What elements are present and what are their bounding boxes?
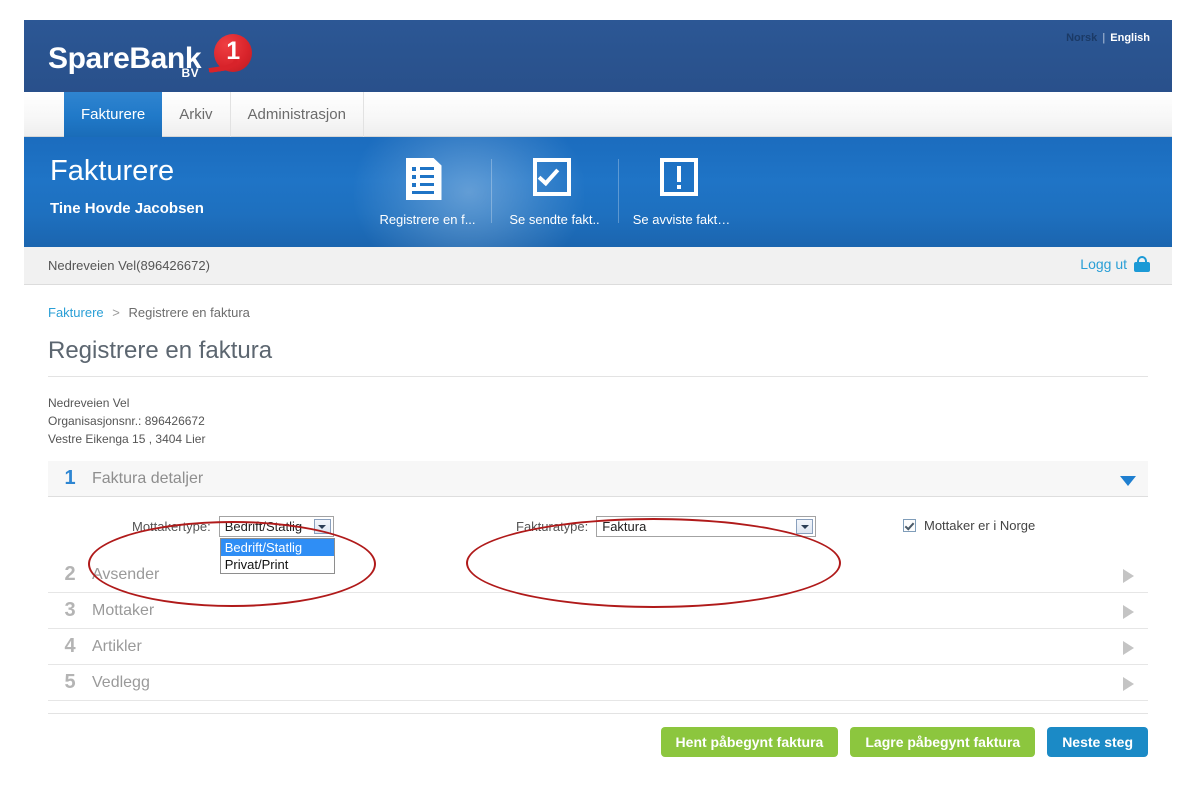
logo[interactable]: SpareBank BV 1 — [48, 34, 253, 81]
mottakertype-select[interactable]: Bedrift/Statlig Bedrift/Statlig Privat/P… — [218, 516, 335, 574]
breadcrumb-current: Registrere en faktura — [128, 305, 250, 320]
action-label: Se sendte fakt.. — [509, 212, 600, 227]
logout-button[interactable]: Logg ut — [1080, 256, 1150, 272]
company-info: Nedreveien Vel Organisasjonsnr.: 8964266… — [48, 394, 1172, 448]
exclamation-box-icon — [659, 158, 704, 202]
step-row-mottaker[interactable]: 3 Mottaker — [48, 593, 1148, 629]
mottaker-norge-field: Mottaker er i Norge — [903, 518, 1035, 533]
tab-label: Fakturere — [81, 106, 146, 123]
chevron-right-icon[interactable] — [1123, 677, 1134, 691]
main-nav: Fakturere Arkiv Administrasjon — [24, 92, 1172, 137]
language-switcher: Norsk | English — [1066, 32, 1150, 44]
language-english[interactable]: English — [1110, 32, 1150, 44]
breadcrumb: Fakturere > Registrere en faktura — [24, 285, 1172, 320]
section-header: Fakturere Tine Hovde Jacobsen Registrere… — [24, 137, 1172, 247]
invoice-steps: 1 Faktura detaljer Mottakertype: Bedrift… — [48, 461, 1148, 701]
user-name: Tine Hovde Jacobsen — [50, 200, 204, 217]
checkbox-check-icon — [532, 158, 577, 202]
logo-wordmark: SpareBank BV — [48, 42, 202, 81]
logo-number: 1 — [226, 37, 241, 65]
chevron-right-icon[interactable] — [1123, 569, 1134, 583]
fakturatype-value: Faktura — [602, 519, 647, 534]
document-lines-icon — [405, 158, 450, 202]
org-bar: Nedreveien Vel(896426672) Logg ut — [24, 247, 1172, 285]
tab-label: Arkiv — [179, 106, 213, 123]
mottakertype-value: Bedrift/Statlig — [224, 519, 303, 534]
tab-arkiv[interactable]: Arkiv — [162, 92, 231, 137]
language-separator: | — [1102, 32, 1106, 44]
step-label: Avsender — [92, 565, 160, 583]
breadcrumb-separator: > — [112, 305, 120, 320]
action-label: Se avviste fakt… — [632, 212, 731, 227]
step-row-avsender[interactable]: 2 Avsender — [48, 557, 1148, 593]
main-content: Fakturere > Registrere en faktura Regist… — [24, 285, 1172, 757]
step-row-vedlegg[interactable]: 5 Vedlegg — [48, 665, 1148, 701]
mottakertype-option-list[interactable]: Bedrift/Statlig Privat/Print — [219, 538, 335, 574]
company-name: Nedreveien Vel — [48, 396, 130, 410]
step-number: 2 — [64, 563, 76, 585]
action-registrere-faktura[interactable]: Registrere en f... — [364, 145, 491, 237]
fakturatype-label: Fakturatype: — [516, 519, 589, 534]
form-actions: Hent påbegynt faktura Lagre påbegynt fak… — [48, 713, 1148, 757]
action-label: Registrere en f... — [379, 212, 476, 227]
sparebank1-mark-icon: 1 — [207, 34, 253, 74]
step-number: 3 — [64, 599, 76, 621]
step-label: Artikler — [92, 637, 142, 655]
step-row-artikler[interactable]: 4 Artikler — [48, 629, 1148, 665]
mottaker-norge-checkbox[interactable] — [903, 519, 916, 532]
org-name: Nedreveien Vel(896426672) — [48, 258, 210, 273]
step-row-faktura-detaljer[interactable]: 1 Faktura detaljer — [48, 461, 1148, 497]
header-actions: Registrere en f... Se sendte fakt.. Se a… — [364, 145, 745, 241]
step-number: 4 — [64, 635, 76, 657]
chevron-right-icon[interactable] — [1123, 641, 1134, 655]
company-orgnr: Organisasjonsnr.: 896426672 — [48, 414, 205, 428]
mottakertype-option[interactable]: Privat/Print — [221, 556, 334, 573]
tab-administrasjon[interactable]: Administrasjon — [231, 92, 364, 137]
chevron-down-icon[interactable] — [1120, 476, 1136, 486]
fakturatype-select[interactable]: Faktura — [596, 516, 817, 537]
page-title: Registrere en faktura — [48, 337, 273, 364]
section-title: Fakturere — [50, 155, 175, 187]
logo-sub: BV — [181, 66, 200, 80]
action-se-sendte-fakturaer[interactable]: Se sendte fakt.. — [491, 145, 618, 237]
lagre-pabegynt-faktura-button[interactable]: Lagre påbegynt faktura — [850, 727, 1036, 757]
action-se-avviste-fakturaer[interactable]: Se avviste fakt… — [618, 145, 745, 237]
breadcrumb-link-fakturere[interactable]: Fakturere — [48, 305, 104, 320]
step-number: 1 — [64, 467, 76, 489]
step-number: 5 — [64, 671, 76, 693]
app-page: SpareBank BV 1 Norsk | English Fakturere… — [0, 0, 1196, 789]
language-norsk[interactable]: Norsk — [1066, 32, 1097, 44]
neste-steg-button[interactable]: Neste steg — [1047, 727, 1148, 757]
logo-name: SpareBank — [48, 42, 202, 75]
brand-header: SpareBank BV 1 Norsk | English — [24, 20, 1172, 92]
tab-label: Administrasjon — [247, 106, 346, 123]
dropdown-arrow-icon[interactable] — [796, 519, 814, 534]
hent-pabegynt-faktura-button[interactable]: Hent påbegynt faktura — [660, 727, 839, 757]
chevron-right-icon[interactable] — [1123, 605, 1134, 619]
mottaker-norge-label: Mottaker er i Norge — [924, 518, 1036, 533]
faktura-detaljer-panel: Mottakertype: Bedrift/Statlig Bedrift/St… — [48, 497, 1148, 574]
tab-fakturere[interactable]: Fakturere — [64, 92, 163, 137]
mottakertype-field: Mottakertype: Bedrift/Statlig Bedrift/St… — [132, 516, 335, 574]
padlock-icon — [1134, 256, 1150, 272]
fakturatype-field: Fakturatype: Faktura — [516, 516, 817, 537]
mottakertype-label: Mottakertype: — [132, 519, 211, 534]
company-address: Vestre Eikenga 15 , 3404 Lier — [48, 432, 206, 446]
step-label: Mottaker — [92, 601, 155, 619]
step-label: Vedlegg — [92, 673, 150, 691]
title-divider — [48, 376, 1148, 377]
logout-label: Logg ut — [1080, 256, 1127, 272]
mottakertype-option[interactable]: Bedrift/Statlig — [220, 539, 334, 556]
step-label: Faktura detaljer — [92, 469, 204, 487]
dropdown-arrow-icon[interactable] — [313, 519, 331, 534]
